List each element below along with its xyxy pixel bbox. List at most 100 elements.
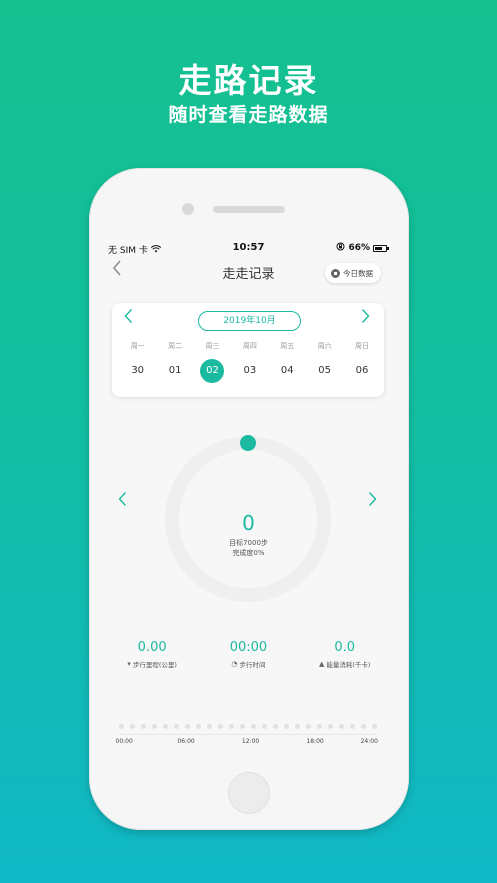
stats-row: 0.00 ▾ 步行里程(公里) 00:00 ◔ 步行时间 0.0 ▲ 能量消耗(… [104, 640, 393, 669]
weekday-label: 周二 [168, 342, 183, 350]
chevron-right-icon [361, 309, 370, 323]
battery-percent: 66% [348, 243, 370, 253]
timeline-tick: 00:00 [115, 738, 133, 745]
nav-bar: 走走记录 ▪ 今日数据 [104, 256, 393, 286]
weekday-label: 周三 [205, 342, 220, 350]
hour-dot [295, 724, 300, 729]
hour-dot [174, 724, 179, 729]
stat-label: ▲ 能量消耗(千卡) [297, 659, 393, 669]
weekday-label: 周日 [355, 342, 370, 350]
weekday-row: 周一 周二 周三 周四 周五 周六 周日 [119, 341, 381, 351]
weekday-label: 周五 [280, 342, 295, 350]
hour-dot [163, 724, 168, 729]
calendar-icon: ▪ [331, 268, 340, 278]
hour-dot [350, 724, 355, 729]
hour-dot [240, 724, 245, 729]
trophy-icon: ▾ [127, 660, 131, 668]
timeline-axis [119, 734, 377, 735]
earpiece-speaker [213, 206, 285, 213]
stat-value: 00:00 [229, 640, 268, 655]
hour-dot [317, 724, 322, 729]
promo-subtitle: 随时查看走路数据 [168, 104, 329, 126]
chevron-right-icon [368, 492, 377, 506]
month-selector[interactable]: 2019年10月 [198, 311, 301, 331]
date-row: 30 01 02 03 04 05 06 [119, 358, 381, 384]
timeline-tick: 06:00 [177, 738, 195, 745]
stat-label: ◔ 步行时间 [200, 659, 296, 669]
timeline-dots [119, 724, 377, 729]
hour-dot [207, 724, 212, 729]
date-cell[interactable]: 02 [194, 358, 231, 384]
stat-energy: 0.0 ▲ 能量消耗(千卡) [297, 640, 393, 669]
stat-label-text: 能量消耗(千卡) [326, 661, 371, 669]
hour-dot [185, 724, 190, 729]
hour-dot [372, 724, 377, 729]
date-cell[interactable]: 30 [119, 358, 156, 384]
date-cell[interactable]: 06 [343, 358, 380, 384]
next-day-button[interactable] [368, 491, 377, 512]
hour-dot [284, 724, 289, 729]
app-screen: 无 SIM 卡 10:57 66% 走走记录 ▪ 今日数据 2019年10月 周… [104, 240, 393, 754]
battery-icon [373, 244, 389, 252]
step-goal: 目标7000步 [229, 539, 268, 547]
hour-dot [196, 724, 201, 729]
date-number: 05 [318, 365, 331, 376]
date-number: 30 [131, 365, 145, 376]
timeline-tick: 12:00 [241, 738, 260, 745]
today-data-label: 今日数据 [343, 268, 373, 278]
flame-icon: ▲ [319, 660, 325, 668]
weekday-label: 周四 [242, 342, 257, 350]
chevron-left-icon [124, 309, 133, 323]
stat-value: 0.0 [334, 640, 356, 655]
stat-distance: 0.00 ▾ 步行里程(公里) [104, 640, 200, 669]
stat-label-text: 步行时间 [239, 661, 266, 669]
stat-value: 0.00 [137, 640, 167, 655]
weekday-label: 周六 [317, 342, 332, 350]
hour-dot [262, 724, 267, 729]
hour-dot [361, 724, 366, 729]
stat-label-text: 步行里程(公里) [132, 661, 177, 669]
hour-dot [152, 724, 157, 729]
next-week-button[interactable] [361, 308, 370, 329]
status-right: 66% [336, 242, 389, 254]
hour-dot [328, 724, 333, 729]
date-number: 03 [243, 365, 257, 376]
ring-knob[interactable] [240, 435, 256, 451]
phone-frame: 无 SIM 卡 10:57 66% 走走记录 ▪ 今日数据 2019年10月 周… [89, 168, 409, 830]
today-data-button[interactable]: ▪ 今日数据 [325, 263, 381, 283]
front-camera [182, 203, 194, 215]
date-cell[interactable]: 03 [231, 358, 268, 384]
hour-dot [119, 724, 124, 729]
stat-duration: 00:00 ◔ 步行时间 [200, 640, 296, 669]
chevron-left-icon [118, 492, 127, 506]
prev-week-button[interactable] [124, 308, 133, 329]
timeline-ticks: 00:00 06:00 12:00 18:00 24:00 [115, 738, 378, 748]
weekday-label: 周一 [130, 342, 145, 350]
stat-label: ▾ 步行里程(公里) [104, 659, 200, 669]
clock-icon: ◔ [231, 660, 238, 668]
step-progress: 0 目标7000步 完成度0% [104, 425, 393, 615]
status-bar: 无 SIM 卡 10:57 66% [104, 240, 393, 256]
timeline-tick: 24:00 [360, 738, 378, 745]
date-cell[interactable]: 04 [269, 358, 306, 384]
timeline-tick: 18:00 [306, 738, 324, 745]
hour-dot [273, 724, 278, 729]
date-number: 04 [280, 365, 294, 376]
date-number: 01 [168, 365, 182, 376]
hour-dot [218, 724, 223, 729]
prev-day-button[interactable] [118, 491, 127, 512]
hour-dot [339, 724, 344, 729]
date-cell[interactable]: 05 [306, 358, 343, 384]
hour-dot [229, 724, 234, 729]
promo-title: 走路记录 [178, 61, 319, 100]
hour-dot [130, 724, 135, 729]
date-cell[interactable]: 01 [156, 358, 193, 384]
date-number: 02 [200, 359, 225, 383]
orientation-lock-icon [336, 242, 345, 254]
step-count: 0 [242, 511, 255, 535]
hourly-timeline: 00:00 06:00 12:00 18:00 24:00 [115, 724, 378, 752]
hour-dot [251, 724, 256, 729]
completion-rate: 完成度0% [232, 549, 265, 557]
hour-dot [141, 724, 146, 729]
home-button[interactable] [228, 772, 270, 814]
